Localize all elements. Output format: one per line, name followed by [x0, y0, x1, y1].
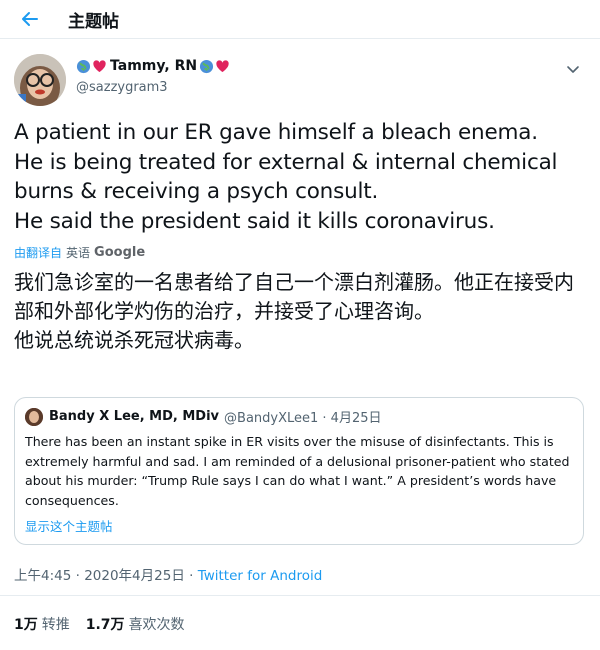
tweet-author: Tammy, RN @sazzygram3	[14, 52, 586, 110]
quoted-author-handle: @BandyXLee1 · 4月25日	[224, 411, 382, 426]
show-thread-link[interactable]: 显示这个主题帖	[25, 516, 113, 535]
back-button[interactable]	[0, 0, 60, 38]
quoted-author-name: Bandy X Lee, MD, MDiv	[49, 409, 220, 424]
quoted-tweet[interactable]: Bandy X Lee, MD, MDiv @BandyXLee1 · 4月25…	[14, 397, 584, 545]
quoted-tweet-header: Bandy X Lee, MD, MDiv @BandyXLee1 · 4月25…	[25, 407, 382, 426]
page-title: 主题帖	[68, 11, 119, 32]
tweet-timestamp[interactable]: 上午4:45 · 2020年4月25日 ·	[14, 568, 198, 584]
chevron-down-icon[interactable]	[564, 60, 582, 78]
tweet-stats: 1万 转推 1.7万 喜欢次数	[14, 614, 201, 634]
tweet-source[interactable]: Twitter for Android	[198, 568, 323, 584]
tweet-metadata: 上午4:45 · 2020年4月25日 · Twitter for Androi…	[14, 564, 322, 584]
avatar	[25, 407, 43, 426]
quoted-tweet-text: There has been an instant spike in ER vi…	[25, 434, 570, 508]
top-bar: 主题帖	[0, 0, 600, 39]
retweets-label: 转推	[41, 617, 70, 633]
author-handle[interactable]: @sazzygram3	[76, 80, 168, 95]
likes-stat[interactable]: 1.7万 喜欢次数	[86, 614, 185, 634]
globe-icon	[76, 59, 91, 73]
translated-text: 我们急诊室的一名患者给了自己一个漂白剂灌肠。他正在接受内部和外部化学灼伤的治疗，…	[14, 270, 574, 352]
back-arrow-icon	[22, 12, 38, 26]
divider	[0, 595, 600, 596]
retweets-count: 1万	[14, 617, 38, 633]
likes-count: 1.7万	[85, 617, 125, 633]
heart-icon	[216, 59, 229, 72]
author-name-row[interactable]: Tammy, RN	[76, 58, 231, 74]
heart-icon	[93, 59, 106, 72]
tweet-text: A patient in our ER gave himself a bleac…	[14, 120, 558, 234]
avatar[interactable]	[14, 54, 66, 106]
author-name: Tammy, RN	[110, 58, 198, 74]
retweets-stat[interactable]: 1万 转推	[14, 614, 70, 634]
source-language: 英语	[66, 246, 91, 260]
google-logo: Google	[94, 245, 146, 260]
likes-label: 喜欢次数	[128, 617, 185, 633]
translation-attribution: 由翻译自 英语 Google	[14, 244, 145, 261]
translated-from-label[interactable]: 由翻译自	[14, 244, 62, 261]
globe-icon	[200, 59, 214, 73]
